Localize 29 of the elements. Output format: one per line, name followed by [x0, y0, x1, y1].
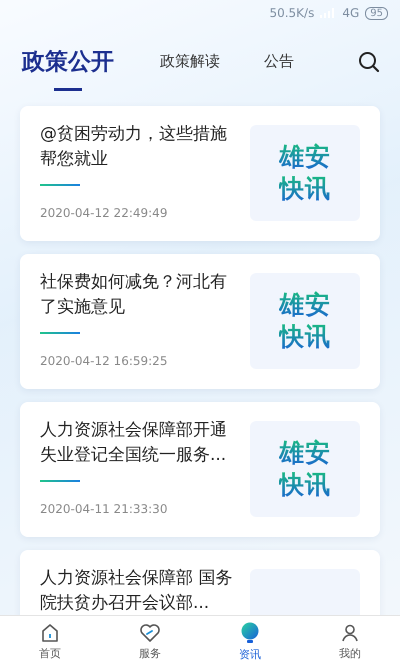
news-card[interactable]: @贫困劳动力，这些措施帮您就业 2020-04-12 22:49:49 雄安 快讯	[20, 106, 380, 241]
accent-line	[40, 184, 80, 186]
home-icon	[40, 622, 60, 642]
news-title: 人力资源社会保障部开通失业登记全国统一服务...	[40, 419, 228, 467]
tab[interactable]: 公告	[264, 52, 294, 84]
tab[interactable]: 政策公开	[22, 46, 114, 90]
bulb-icon	[240, 622, 260, 644]
tab[interactable]: 政策解读	[160, 52, 220, 84]
person-icon	[340, 622, 360, 642]
nav-item[interactable]: 我的	[300, 616, 400, 667]
nav-item[interactable]: 服务	[100, 616, 200, 667]
news-time: 2020-04-12 16:59:25	[40, 354, 168, 368]
news-title: 人力资源社会保障部 国务院扶贫办召开会议部...	[40, 567, 234, 615]
news-title: 社保费如何减免？河北有了实施意见	[40, 271, 228, 319]
news-card[interactable]: 人力资源社会保障部 国务院扶贫办召开会议部...	[20, 550, 380, 615]
search-icon[interactable]	[358, 51, 380, 73]
nav-item[interactable]: 首页	[0, 616, 100, 667]
news-time: 2020-04-12 22:49:49	[40, 206, 168, 220]
network-speed: 50.5K/s	[269, 6, 314, 20]
battery-level: 95	[365, 6, 388, 20]
news-card[interactable]: 人力资源社会保障部开通失业登记全国统一服务... 2020-04-11 21:33:30 雄安 快讯	[20, 402, 380, 537]
accent-line	[40, 332, 80, 334]
network-type: 4G	[342, 6, 360, 20]
heart-icon	[139, 622, 161, 642]
news-time: 2020-04-11 21:33:30	[40, 502, 168, 516]
news-card[interactable]: 社保费如何减免？河北有了实施意见 2020-04-12 16:59:25 雄安 快讯	[20, 254, 380, 389]
accent-line	[40, 480, 80, 482]
nav-item[interactable]: 资讯	[200, 616, 300, 667]
news-title: @贫困劳动力，这些措施帮您就业	[40, 123, 228, 171]
